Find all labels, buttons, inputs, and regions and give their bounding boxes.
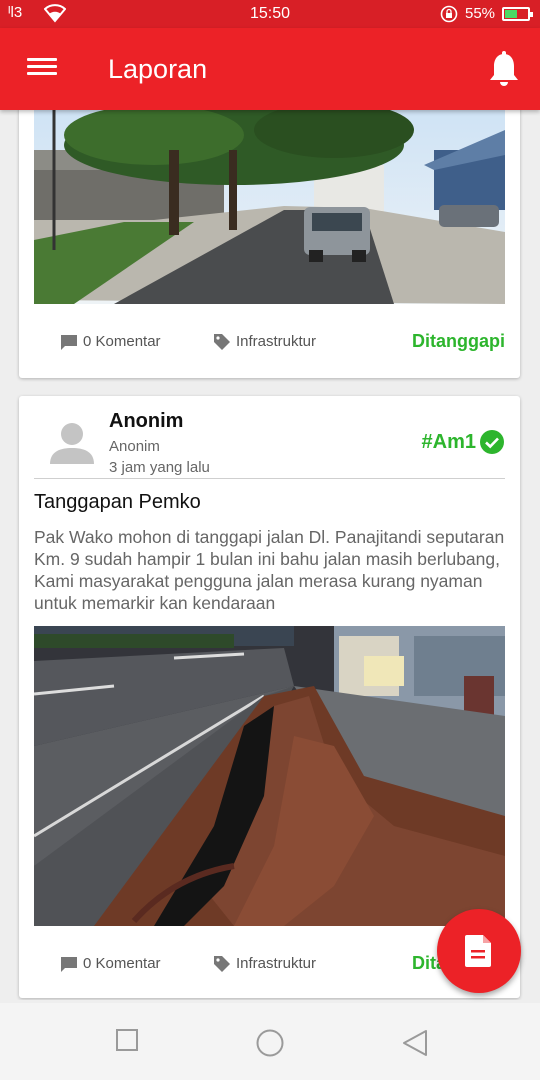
document-icon <box>465 935 491 967</box>
report-feed[interactable]: 0 Komentar Infrastruktur Ditanggapi Anon… <box>0 110 540 1000</box>
author-subtitle: Anonim <box>109 438 160 455</box>
battery-fill <box>505 10 517 18</box>
clock: 15:50 <box>249 5 291 22</box>
comments-button[interactable]: 0 Komentar <box>61 333 161 350</box>
recent-apps-icon[interactable] <box>116 1029 138 1051</box>
home-icon[interactable] <box>256 1029 284 1057</box>
battery-icon <box>502 7 533 21</box>
report-description: Pak Wako mohon di tanggapi jalan Dl. Pan… <box>34 527 505 613</box>
report-card[interactable]: Anonim Anonim 3 jam yang lalu #Am1 Tangg… <box>19 396 520 998</box>
hamburger-menu-icon[interactable] <box>22 54 62 84</box>
category-text: Infrastruktur <box>236 955 317 972</box>
category-label: Infrastruktur <box>214 955 317 973</box>
category-text: Infrastruktur <box>236 333 317 350</box>
report-title: Tanggapan Pemko <box>34 491 201 513</box>
report-footer: 0 Komentar Infrastruktur Ditanggapi <box>19 327 520 357</box>
comment-icon <box>61 956 77 972</box>
report-id: #Am1 <box>421 431 476 453</box>
report-card[interactable]: 0 Komentar Infrastruktur Ditanggapi <box>19 110 520 378</box>
check-circle-icon <box>480 430 504 454</box>
new-report-button[interactable] <box>437 909 521 993</box>
page-title: Laporan <box>108 54 208 84</box>
report-photo[interactable] <box>34 110 505 304</box>
comment-icon <box>61 334 77 350</box>
app-bar: Laporan <box>0 28 540 110</box>
back-icon[interactable] <box>402 1029 428 1057</box>
battery-percent: 55% <box>465 5 496 22</box>
author-name: Anonim <box>109 410 184 432</box>
avatar <box>50 423 94 464</box>
tag-icon <box>214 334 230 351</box>
bell-icon[interactable] <box>486 50 522 88</box>
category-label: Infrastruktur <box>214 333 317 351</box>
rotation-lock-icon <box>440 5 458 23</box>
status-badge: Ditanggapi <box>412 331 505 351</box>
comment-count: 0 Komentar <box>83 333 161 350</box>
tag-icon <box>214 956 230 973</box>
comment-count: 0 Komentar <box>83 955 161 972</box>
system-nav-bar <box>0 1003 540 1080</box>
divider <box>34 478 505 479</box>
timestamp: 3 jam yang lalu <box>109 459 210 476</box>
status-bar: ᴵl3 15:50 55% <box>0 0 540 28</box>
comments-button[interactable]: 0 Komentar <box>61 955 161 972</box>
report-photo[interactable] <box>34 626 505 926</box>
